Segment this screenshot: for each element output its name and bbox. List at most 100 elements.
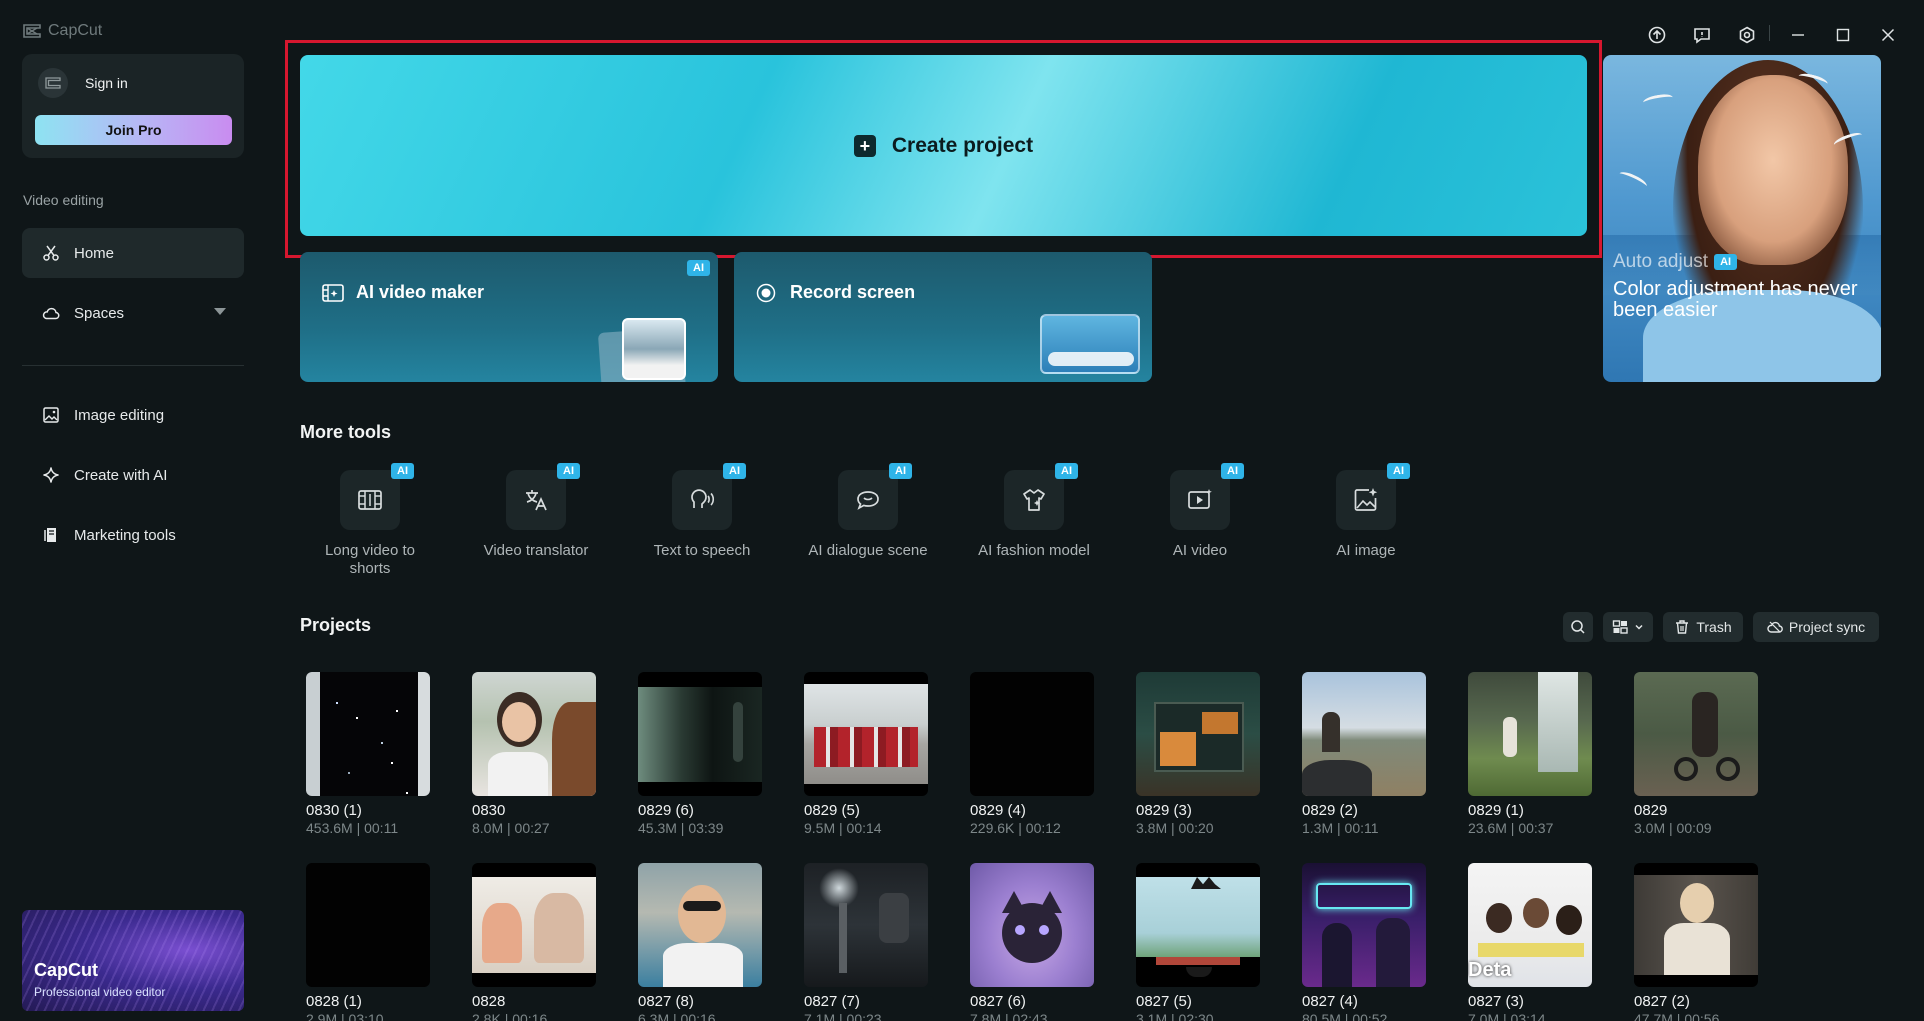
sign-in-link[interactable]: Sign in — [85, 75, 128, 91]
cloud-icon — [42, 307, 60, 320]
settings-icon[interactable] — [1734, 22, 1760, 48]
ai-badge: AI — [1055, 463, 1078, 479]
maximize-icon[interactable] — [1830, 22, 1856, 48]
project-card[interactable]: 0827 (8) 6.3M | 00:16 — [638, 863, 762, 1021]
marketing-icon — [44, 528, 56, 542]
minimize-icon[interactable] — [1785, 22, 1811, 48]
record-screen-card[interactable]: Record screen — [734, 252, 1152, 382]
upload-icon[interactable] — [1644, 22, 1670, 48]
project-card[interactable]: 0829 (5) 9.5M | 00:14 — [804, 672, 928, 836]
project-thumbnail — [638, 672, 762, 796]
project-meta: 7.0M | 03:14 — [1468, 1011, 1546, 1021]
tool-text-to-speech[interactable]: AI Text to speech — [627, 463, 777, 560]
tool-icon-box: AI — [1004, 463, 1078, 530]
join-pro-button[interactable]: Join Pro — [35, 115, 232, 145]
project-card[interactable]: 0829 (4) 229.6K | 00:12 — [970, 672, 1094, 836]
project-meta: 1.3M | 00:11 — [1302, 820, 1379, 836]
project-card[interactable]: 0830 (1) 453.6M | 00:11 — [306, 672, 430, 836]
view-mode-button[interactable] — [1603, 612, 1653, 642]
ai-badge: AI — [889, 463, 912, 479]
tool-video-translator[interactable]: AI Video translator — [461, 463, 611, 560]
auto-adjust-banner[interactable]: Auto adjust AI Color adjustment has never… — [1603, 55, 1881, 382]
ai-badge: AI — [391, 463, 414, 479]
project-name: 0829 (2) — [1302, 802, 1358, 819]
project-thumbnail — [1634, 672, 1758, 796]
tool-label: Text to speech — [653, 542, 751, 559]
project-card[interactable]: Deta 0827 (3) 7.0M | 03:14 — [1468, 863, 1592, 1021]
avatar[interactable] — [38, 68, 68, 98]
tool-label: Video translator — [483, 542, 589, 559]
project-card[interactable]: 0828 (1) 2.9M | 03:10 — [306, 863, 430, 1021]
ai-video-maker-card[interactable]: AI video maker AI — [300, 252, 718, 382]
create-project-button[interactable]: + Create project — [300, 55, 1587, 236]
record-icon — [756, 283, 776, 303]
tool-ai-video[interactable]: AI AI video — [1125, 463, 1275, 560]
project-card[interactable]: 0829 (6) 45.3M | 03:39 — [638, 672, 762, 836]
ai-badge: AI — [557, 463, 580, 479]
project-meta: 80.5M | 00:52 — [1302, 1011, 1388, 1021]
project-name: 0829 (6) — [638, 802, 694, 819]
close-icon[interactable] — [1875, 22, 1901, 48]
project-meta: 7.1M | 00:23 — [804, 1011, 882, 1021]
trash-icon — [1676, 620, 1689, 634]
project-name: 0827 (5) — [1136, 993, 1192, 1010]
project-card[interactable]: 0829 3.0M | 00:09 — [1634, 672, 1758, 836]
project-name: 0829 (3) — [1136, 802, 1192, 819]
trash-button[interactable]: Trash — [1663, 612, 1743, 642]
tool-ai-image[interactable]: AI AI image — [1291, 463, 1441, 560]
project-meta: 45.3M | 03:39 — [638, 820, 724, 836]
project-thumbnail — [804, 672, 928, 796]
project-card[interactable]: 0829 (3) 3.8M | 00:20 — [1136, 672, 1260, 836]
project-card[interactable]: 0829 (1) 23.6M | 00:37 — [1468, 672, 1592, 836]
trash-label: Trash — [1696, 619, 1732, 635]
project-card[interactable]: 0827 (2) 47.7M | 00:56 — [1634, 863, 1758, 1021]
sidebar-item-marketing-tools[interactable]: Marketing tools — [22, 510, 244, 560]
project-meta: 6.3M | 00:16 — [638, 1011, 716, 1021]
sidebar-item-create-with-ai[interactable]: Create with AI — [22, 450, 244, 500]
project-name: 0829 (4) — [970, 802, 1026, 819]
sidebar-item-spaces[interactable]: Spaces — [22, 288, 244, 338]
promo-subtitle: Professional video editor — [34, 985, 166, 999]
search-button[interactable] — [1563, 612, 1593, 642]
tool-icon-box: AI — [838, 463, 912, 530]
project-card[interactable]: 0830 8.0M | 00:27 — [472, 672, 596, 836]
thumbnail-overlay-text: Deta — [1468, 959, 1512, 981]
project-card[interactable]: 0827 (4) 80.5M | 00:52 — [1302, 863, 1426, 1021]
project-card[interactable]: 0829 (2) 1.3M | 00:11 — [1302, 672, 1426, 836]
project-card[interactable]: 0827 (6) 7.8M | 02:43 — [970, 863, 1094, 1021]
project-sync-button[interactable]: Project sync — [1753, 612, 1879, 642]
feature-title: Auto adjust AI — [1613, 251, 1738, 273]
promo-banner[interactable]: CapCut Professional video editor — [22, 910, 244, 1011]
sidebar-item-label: Create with AI — [74, 466, 168, 484]
project-card[interactable]: 0827 (7) 7.1M | 00:23 — [804, 863, 928, 1021]
film-split-icon — [358, 490, 382, 510]
capcut-logo-icon — [23, 24, 41, 38]
chevron-down-icon[interactable] — [214, 308, 226, 315]
project-thumbnail — [472, 672, 596, 796]
project-meta: 47.7M | 00:56 — [1634, 1011, 1720, 1021]
tool-long-video-to-shorts[interactable]: AI Long video to shorts — [295, 463, 445, 578]
tool-ai-dialogue-scene[interactable]: AI AI dialogue scene — [793, 463, 943, 560]
tool-ai-fashion-model[interactable]: AI AI fashion model — [959, 463, 1109, 560]
project-meta: 2.8K | 00:16 — [472, 1011, 548, 1021]
project-name: 0827 (6) — [970, 993, 1026, 1010]
projects-title: Projects — [300, 615, 372, 635]
feature-description: Color adjustment has never been easier — [1613, 278, 1858, 321]
more-tools-title: More tools — [300, 422, 392, 442]
sidebar-divider — [22, 365, 244, 366]
project-name: 0828 — [472, 993, 506, 1010]
project-card[interactable]: 0827 (5) 3.1M | 02:30 — [1136, 863, 1260, 1021]
ai-badge: AI — [1714, 253, 1738, 270]
project-thumbnail — [970, 863, 1094, 987]
cloud-sync-icon — [1767, 621, 1783, 633]
project-meta: 3.1M | 02:30 — [1136, 1011, 1214, 1021]
sidebar-item-home[interactable]: Home — [22, 228, 244, 278]
project-card[interactable]: 0828 2.8K | 00:16 — [472, 863, 596, 1021]
video-play-icon — [1188, 489, 1212, 509]
app-logo-text: CapCut — [48, 22, 103, 39]
ai-badge: AI — [687, 260, 710, 276]
sidebar-item-image-editing[interactable]: Image editing — [22, 390, 244, 440]
bird-decoration — [1617, 169, 1649, 191]
project-name: 0829 (5) — [804, 802, 860, 819]
feedback-icon[interactable] — [1689, 22, 1715, 48]
